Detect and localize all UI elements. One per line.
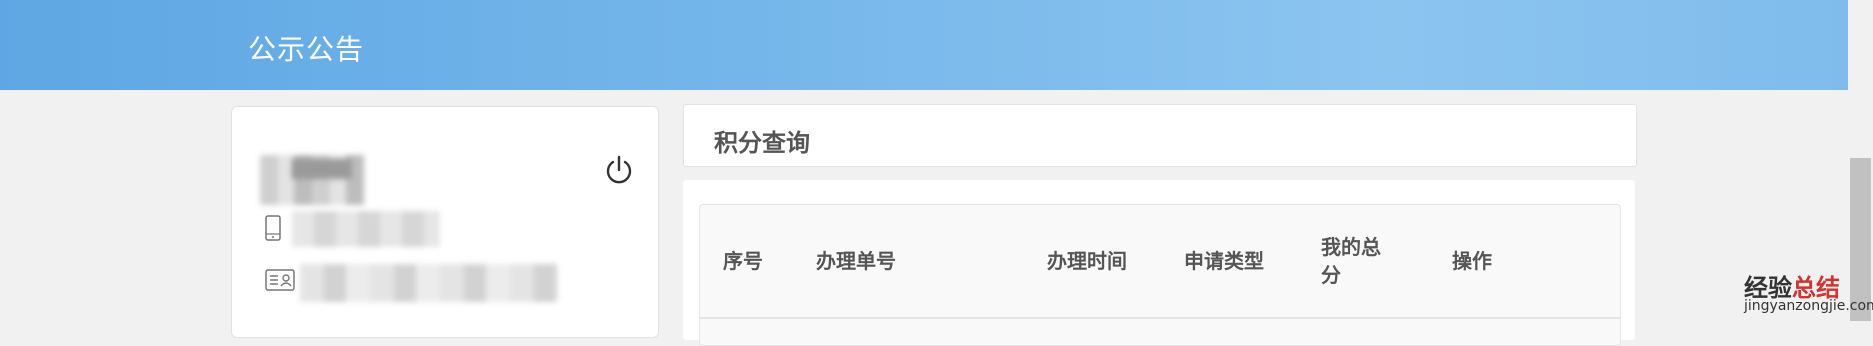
panel-title: 积分查询 <box>714 129 810 157</box>
column-header-index: 序号 <box>723 249 763 273</box>
table-header: 序号 办理单号 办理时间 申请类型 我的总分 操作 <box>700 205 1620 319</box>
page-title: 公示公告 <box>248 33 365 66</box>
column-header-total-score: 我的总分 <box>1321 235 1381 287</box>
id-card-icon <box>265 269 295 291</box>
id-number-redacted <box>300 264 558 302</box>
power-icon[interactable] <box>603 155 635 187</box>
column-header-order-number: 办理单号 <box>816 249 896 273</box>
points-table: 序号 办理单号 办理时间 申请类型 我的总分 操作 <box>699 204 1621 346</box>
phone-icon <box>265 215 281 241</box>
table-panel: 序号 办理单号 办理时间 申请类型 我的总分 操作 <box>683 180 1635 346</box>
column-header-process-time: 办理时间 <box>1047 249 1127 273</box>
watermark-url: jingyanzongjie.com <box>1744 298 1873 314</box>
phone-number-redacted <box>292 211 440 247</box>
site-watermark: 经验总结 jingyanzongjie.com <box>1744 268 1873 321</box>
user-name-redacted-overlay <box>292 159 352 179</box>
column-header-application-type: 申请类型 <box>1184 249 1264 273</box>
points-query-panel: 积分查询 <box>683 104 1637 167</box>
header-banner: 公示公告 <box>0 0 1848 90</box>
column-header-actions: 操作 <box>1452 249 1492 273</box>
profile-card <box>231 106 659 338</box>
